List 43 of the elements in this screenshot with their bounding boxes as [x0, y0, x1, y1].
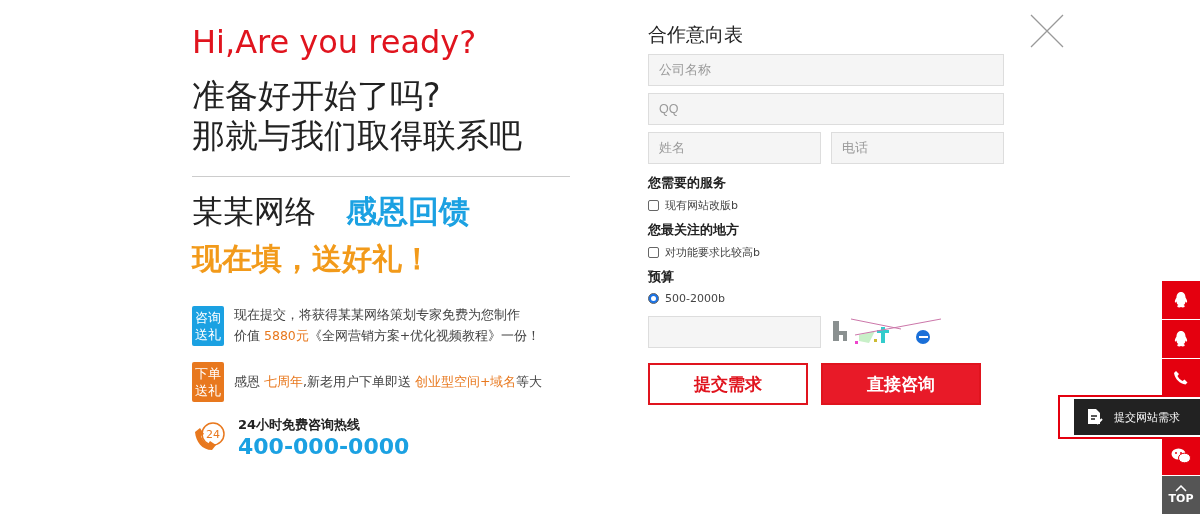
document-edit-icon — [1086, 408, 1104, 426]
brand-name: 某某网络 — [192, 192, 316, 231]
offer-text: 价值 5880元《全网营销方案+优化视频教程》一份！ — [234, 328, 541, 345]
option-label: 对功能要求比较高b — [665, 245, 760, 260]
side-tool-button[interactable] — [1162, 281, 1200, 319]
option-label: 现有网站改版b — [665, 198, 738, 213]
offer-text: 现在提交，将获得某某网络策划专家免费为您制作 — [234, 307, 521, 324]
offer-badge: 咨询 送礼 — [192, 306, 224, 346]
slogan: 感恩回馈 — [346, 192, 470, 231]
group-title: 您最关注的地方 — [648, 221, 740, 239]
input-field[interactable]: 姓名 — [648, 132, 821, 164]
side-tool-button[interactable] — [1162, 359, 1200, 397]
headline: 准备好开始了吗? 那就与我们取得联系吧 — [192, 76, 523, 156]
side-tool-button[interactable] — [1162, 320, 1200, 358]
input-field[interactable]: QQ — [648, 93, 1004, 125]
penguin-icon — [1173, 291, 1189, 309]
chat-bubbles-icon — [1171, 448, 1191, 464]
caret-up-icon — [1175, 485, 1187, 492]
close-icon[interactable] — [1030, 14, 1064, 48]
hotline-number: 400-000-0000 — [238, 434, 410, 459]
option-label: 500-2000b — [665, 292, 725, 305]
captcha-field[interactable] — [648, 316, 821, 348]
side-tool-button[interactable] — [1162, 437, 1200, 475]
input-field[interactable]: 公司名称 — [648, 54, 1004, 86]
offer-badge: 下单 送礼 — [192, 362, 224, 402]
checkbox[interactable] — [648, 200, 659, 211]
submit-button[interactable]: 直接咨询 — [821, 363, 981, 405]
group-title: 您需要的服务 — [648, 174, 727, 192]
radio-button[interactable] — [648, 293, 659, 304]
penguin-icon — [1173, 330, 1189, 348]
submit-button[interactable]: 提交需求 — [648, 363, 808, 405]
side-tool-button[interactable]: TOP — [1162, 476, 1200, 514]
hotline-label: 24小时免费咨询热线 — [238, 416, 362, 434]
form-title: 合作意向表 — [648, 22, 744, 47]
checkbox[interactable] — [648, 247, 659, 258]
input-field[interactable]: 电话 — [831, 132, 1004, 164]
side-tool-label: 提交网站需求 — [1114, 409, 1180, 425]
side-tool-panel[interactable]: 提交网站需求 — [1074, 399, 1200, 435]
greeting-heading: Hi,Are you ready? — [192, 22, 478, 62]
offer-text: 感恩 七周年,新老用户下单即送 创业型空间+域名等大 — [234, 373, 543, 391]
call-to-action: 现在填，送好礼！ — [192, 240, 433, 278]
group-title: 预算 — [648, 268, 675, 286]
phone-icon — [1173, 370, 1189, 386]
